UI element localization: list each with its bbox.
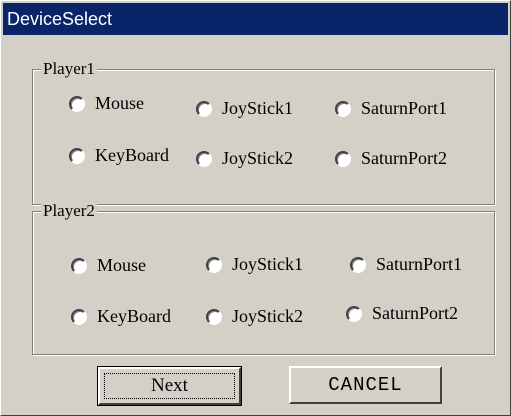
player1-group: Player1 — [32, 58, 495, 205]
cancel-button-label: CANCEL — [328, 374, 403, 396]
cancel-button[interactable]: CANCEL — [289, 366, 442, 404]
player2-group: Player2 — [32, 200, 495, 355]
radio-label: JoyStick2 — [232, 306, 304, 326]
radio-circle-icon — [196, 100, 212, 117]
radio-circle-icon — [206, 256, 222, 273]
player2-radio-mouse[interactable]: Mouse — [71, 255, 146, 276]
next-button[interactable]: Next — [97, 366, 242, 406]
player1-radio-saturnport1[interactable]: SaturnPort1 — [335, 98, 447, 119]
title-bar: DeviceSelect — [3, 3, 508, 35]
radio-label: Mouse — [97, 255, 146, 275]
radio-circle-icon — [71, 308, 87, 325]
radio-circle-icon — [350, 256, 366, 273]
radio-label: SaturnPort1 — [361, 98, 448, 118]
player2-radio-saturnport2[interactable]: SaturnPort2 — [346, 303, 458, 324]
player1-radio-saturnport2[interactable]: SaturnPort2 — [335, 148, 447, 169]
focus-rectangle — [104, 373, 235, 399]
radio-label: JoyStick2 — [222, 148, 294, 168]
radio-label: SaturnPort2 — [372, 303, 459, 323]
player1-radio-keyboard[interactable]: KeyBoard — [69, 145, 169, 166]
radio-circle-icon — [335, 150, 351, 167]
radio-label: SaturnPort2 — [361, 148, 448, 168]
radio-circle-icon — [196, 150, 212, 167]
player2-radio-joystick2[interactable]: JoyStick2 — [206, 306, 303, 327]
radio-label: Mouse — [95, 93, 144, 113]
player1-radio-joystick1[interactable]: JoyStick1 — [196, 98, 293, 119]
player1-legend: Player1 — [41, 58, 97, 80]
window-title: DeviceSelect — [7, 9, 113, 29]
player1-radio-joystick2[interactable]: JoyStick2 — [196, 148, 293, 169]
radio-label: JoyStick1 — [222, 98, 294, 118]
radio-circle-icon — [69, 95, 85, 112]
radio-circle-icon — [71, 257, 87, 274]
radio-circle-icon — [69, 147, 85, 164]
radio-circle-icon — [335, 100, 351, 117]
radio-label: JoyStick1 — [232, 254, 304, 274]
radio-circle-icon — [346, 305, 362, 322]
player2-radio-joystick1[interactable]: JoyStick1 — [206, 254, 303, 275]
player2-radio-keyboard[interactable]: KeyBoard — [71, 306, 171, 327]
radio-label: KeyBoard — [97, 306, 171, 326]
radio-label: KeyBoard — [95, 145, 169, 165]
player2-legend: Player2 — [41, 200, 97, 222]
device-select-dialog: DeviceSelect Player1 Mouse JoyStick1 Sat… — [0, 0, 511, 416]
radio-label: SaturnPort1 — [376, 254, 463, 274]
player1-radio-mouse[interactable]: Mouse — [69, 93, 144, 114]
player2-radio-saturnport1[interactable]: SaturnPort1 — [350, 254, 462, 275]
radio-circle-icon — [206, 308, 222, 325]
